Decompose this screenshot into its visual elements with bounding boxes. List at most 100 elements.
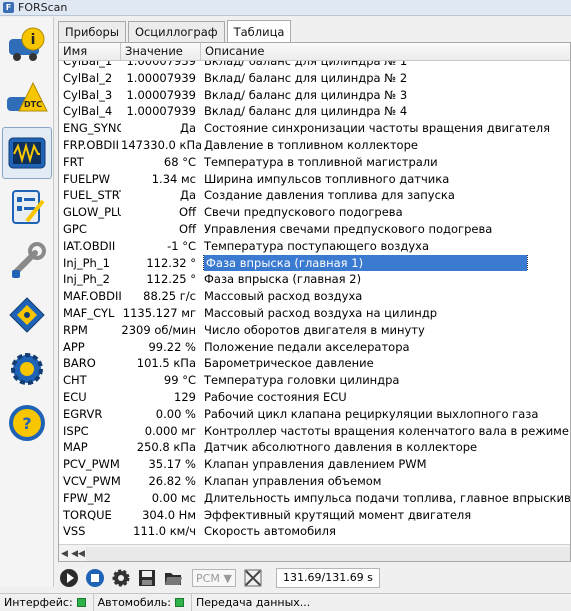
table-header: Имя Значение Описание bbox=[59, 43, 570, 61]
info-icon[interactable]: i bbox=[2, 19, 52, 71]
parameter-name: EGRVR bbox=[63, 406, 103, 421]
dtc-icon[interactable]: DTC bbox=[2, 73, 52, 125]
parameter-description: Положение педали акселератора bbox=[201, 339, 570, 356]
table-row[interactable]: CHT 99 °C Температура головки цилиндра bbox=[59, 372, 570, 389]
table-row[interactable]: ISPC 0.000 мг Контроллер частоты вращения … bbox=[59, 423, 571, 440]
table-row[interactable]: CylBal_4 1.00007939 Вклад/ баланс для цили… bbox=[59, 103, 570, 120]
tab-table[interactable]: Таблица bbox=[226, 20, 292, 43]
column-header-description[interactable]: Описание bbox=[201, 43, 570, 61]
parameter-description-text: Управления свечами предпускового подогре… bbox=[204, 221, 493, 236]
parameter-value: 99.22 % bbox=[148, 339, 196, 354]
parameter-value: 1.00007939 bbox=[126, 87, 196, 102]
parameter-description: Управления свечами предпускового подогре… bbox=[201, 221, 570, 238]
parameter-name: BARO bbox=[63, 356, 96, 371]
parameter-value: 147330.0 кПа bbox=[121, 137, 201, 152]
parameter-name: FPW_M2 bbox=[63, 490, 111, 505]
parameter-name: CylBal_1 bbox=[63, 61, 113, 68]
table-row[interactable]: CylBal_1 1.00007939 Вклад/ баланс для цили… bbox=[59, 61, 570, 70]
horizontal-scrollbar[interactable]: ◀ ◀◀ bbox=[59, 544, 570, 561]
parameter-name: MAF_CYL bbox=[63, 305, 115, 320]
parameter-name: TORQUE bbox=[63, 507, 112, 522]
save-icon[interactable] bbox=[136, 567, 158, 589]
table-row[interactable]: ECU 129 Рабочие состояния ECU bbox=[59, 389, 570, 406]
parameter-value: 1.34 мс bbox=[151, 171, 196, 186]
parameter-description-text: Рабочий цикл клапана рециркуляции выхлоп… bbox=[204, 406, 539, 421]
table-row[interactable]: GLOW_PLUG Off Свечи предпускового подогрев… bbox=[59, 204, 570, 221]
play-icon[interactable] bbox=[58, 567, 80, 589]
app-logo-icon: F bbox=[3, 2, 14, 13]
scroll-track[interactable] bbox=[86, 546, 570, 561]
reset-cross-icon[interactable] bbox=[242, 567, 264, 589]
parameter-value: 1.00007939 bbox=[126, 104, 196, 119]
parameter-description: Создание давления топлива для запуска bbox=[201, 187, 570, 204]
table-row[interactable]: BARO 101.5 кПа Барометрическое давление bbox=[59, 355, 570, 372]
table-row[interactable]: MAF.OBDII 88.25 г/с Массовый расход воздух… bbox=[59, 288, 570, 305]
gear-icon[interactable] bbox=[2, 343, 52, 395]
module-config-icon[interactable] bbox=[2, 289, 52, 341]
tab-oscilloscope[interactable]: Осциллограф bbox=[127, 21, 225, 42]
parameter-description: Вклад/ баланс для цилиндра № 2 bbox=[201, 70, 570, 87]
table-row[interactable]: VSS 111.0 км/ч Скорость автомобиля bbox=[59, 523, 570, 540]
column-header-value[interactable]: Значение bbox=[121, 43, 201, 61]
tab-instruments[interactable]: Приборы bbox=[58, 21, 126, 42]
table-row[interactable]: VCV_PWM 26.82 % Клапан управления объемом bbox=[59, 473, 570, 490]
parameter-name: IAT.OBDII bbox=[63, 238, 116, 253]
parameter-description-text: Состояние синхронизации частоты вращения… bbox=[204, 121, 551, 136]
parameter-description: Барометрическое давление bbox=[201, 355, 570, 372]
table-row[interactable]: FRP.OBDII 147330.0 кПа Давление в топливно… bbox=[59, 137, 570, 154]
parameter-description-text: Датчик абсолютного давления в коллекторе bbox=[204, 440, 478, 455]
table-body[interactable]: CylBal_1 1.00007939 Вклад/ баланс для цили… bbox=[59, 61, 571, 543]
parameter-description-text: Число оборотов двигателя в минуту bbox=[204, 322, 425, 337]
table-row[interactable]: MAP 250.8 кПа Датчик абсолютного давления … bbox=[59, 439, 570, 456]
table-row[interactable]: PCV_PWM 35.17 % Клапан управления давление… bbox=[59, 456, 570, 473]
scroll-first-icon[interactable]: ◀◀ bbox=[70, 547, 86, 561]
table-row[interactable]: GPC Off Управления свечами предпускового п… bbox=[59, 221, 570, 238]
open-folder-icon[interactable] bbox=[162, 567, 184, 589]
parameter-value: 88.25 г/с bbox=[143, 289, 196, 304]
table-row[interactable]: CylBal_3 1.00007939 Вклад/ баланс для цили… bbox=[59, 87, 570, 104]
table-row[interactable]: CylBal_2 1.00007939 Вклад/ баланс для цили… bbox=[59, 70, 570, 87]
table-row[interactable]: EGRVR 0.00 % Рабочий цикл клапана рециркул… bbox=[59, 406, 570, 423]
table-row[interactable]: Inj_Ph_1 112.32 ° Фаза впрыска (главная 1) bbox=[59, 254, 570, 272]
table-row[interactable]: FUELPW 1.34 мс Ширина импульсов топливного… bbox=[59, 171, 570, 188]
parameter-description: Вклад/ баланс для цилиндра № 3 bbox=[201, 87, 570, 104]
table-row[interactable]: Inj_Ph_2 112.25 ° Фаза впрыска (главная 2) bbox=[59, 271, 570, 288]
table-row[interactable]: FRT 68 °C Температура в топливной магистра… bbox=[59, 154, 570, 171]
parameter-name: Inj_Ph_2 bbox=[63, 272, 110, 287]
parameter-description: Длительность импульса подачи топлива, гл… bbox=[201, 490, 570, 507]
parameter-value: 112.32 ° bbox=[146, 255, 196, 270]
table-row[interactable]: FUEL_STRT Да Создание давления топлива для… bbox=[59, 187, 570, 204]
parameter-value: 112.25 ° bbox=[146, 272, 196, 287]
parameter-description-text: Температура поступающего воздуха bbox=[204, 238, 430, 253]
parameter-description: Контроллер частоты вращения коленчатого … bbox=[201, 423, 571, 440]
parameter-value: 129 bbox=[174, 389, 196, 404]
parameter-description-text: Контроллер частоты вращения коленчатого … bbox=[204, 423, 571, 438]
settings-gear-icon[interactable] bbox=[110, 567, 132, 589]
pcm-select[interactable]: PCM ▼ bbox=[192, 569, 236, 587]
table-row[interactable]: TORQUE 304.0 Нм Эффективный крутящий момен… bbox=[59, 507, 570, 524]
table-row[interactable]: IAT.OBDII -1 °C Температура поступающего в… bbox=[59, 238, 570, 255]
help-steering-icon[interactable]: ? bbox=[2, 397, 52, 449]
checklist-icon[interactable] bbox=[2, 181, 52, 233]
table-row[interactable]: FPW_M2 0.00 мс Длительность импульса подач… bbox=[59, 490, 570, 507]
scroll-left-icon[interactable]: ◀ bbox=[59, 547, 70, 561]
pcm-select-value: PCM bbox=[196, 571, 220, 585]
elapsed-time-display: 131.69/131.69 s bbox=[276, 568, 380, 588]
oscilloscope-icon[interactable] bbox=[2, 127, 52, 179]
parameter-value: 1.00007939 bbox=[126, 70, 196, 85]
table-row[interactable]: ENG_SYNC Да Состояние синхронизации частот… bbox=[59, 120, 570, 137]
parameter-name: CylBal_4 bbox=[63, 104, 113, 119]
table-row[interactable]: APP 99.22 % Положение педали акселератора bbox=[59, 339, 570, 356]
parameter-description-text: Рабочие состояния ECU bbox=[204, 389, 347, 404]
parameter-name: FUEL_STRT bbox=[63, 188, 121, 203]
wrench-icon[interactable] bbox=[2, 235, 52, 287]
parameter-value: -1 °C bbox=[167, 238, 196, 253]
table-row[interactable]: MAF_CYL 1135.127 мг Массовый расход воздух… bbox=[59, 305, 570, 322]
stop-icon[interactable] bbox=[84, 567, 106, 589]
column-header-name[interactable]: Имя bbox=[59, 43, 121, 61]
parameter-value: 26.82 % bbox=[148, 473, 196, 488]
parameter-description: Температура головки цилиндра bbox=[201, 372, 570, 389]
toolbar: PCM ▼ 131.69/131.69 s bbox=[58, 566, 571, 590]
table-row[interactable]: RPM 2309 об/мин Число оборотов двигателя в… bbox=[59, 322, 570, 339]
parameter-value: 0.00 % bbox=[155, 406, 196, 421]
